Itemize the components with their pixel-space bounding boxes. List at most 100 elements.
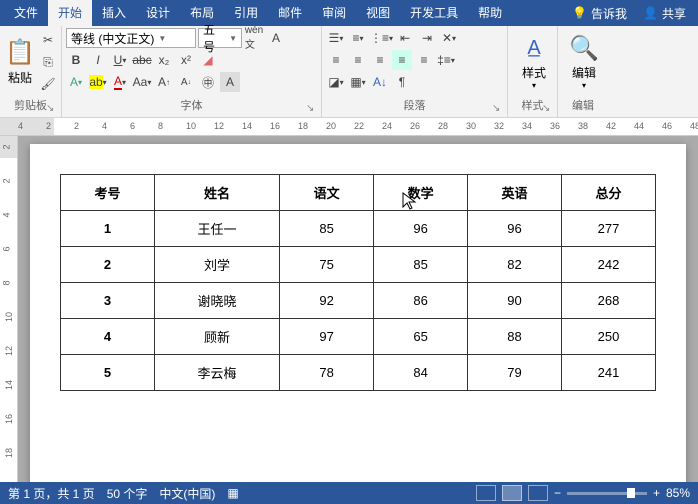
show-marks-button[interactable]: ¶ <box>392 72 412 92</box>
table-cell[interactable]: 96 <box>468 211 562 247</box>
table-cell[interactable]: 65 <box>374 319 468 355</box>
table-cell[interactable]: 250 <box>562 319 656 355</box>
vertical-ruler[interactable]: 224681012141618 <box>0 136 18 482</box>
table-header-cell[interactable]: 姓名 <box>154 175 279 211</box>
distributed-button[interactable]: ≡ <box>414 50 434 70</box>
document-area[interactable]: 考号姓名语文数学英语总分 1王任一8596962772刘学7585822423谢… <box>18 136 698 482</box>
copy-button[interactable]: ⎘ <box>38 52 58 72</box>
multilevel-button[interactable]: ⋮≡▾ <box>370 28 393 48</box>
zoom-in-button[interactable]: + <box>653 486 660 500</box>
strikethrough-button[interactable]: abc <box>132 50 152 70</box>
table-cell[interactable]: 86 <box>374 283 468 319</box>
table-cell[interactable]: 79 <box>468 355 562 391</box>
enclose-char-button[interactable]: ㊥ <box>198 72 218 92</box>
line-spacing-button[interactable]: ‡≡▾ <box>436 50 456 70</box>
print-layout-button[interactable] <box>502 485 522 501</box>
superscript-button[interactable]: x² <box>176 50 196 70</box>
table-cell[interactable]: 84 <box>374 355 468 391</box>
table-cell[interactable]: 1 <box>61 211 155 247</box>
tab-insert[interactable]: 插入 <box>92 0 136 26</box>
format-painter-button[interactable]: 🖌 <box>38 74 58 94</box>
increase-indent-button[interactable]: ⇥ <box>417 28 437 48</box>
table-header-cell[interactable]: 总分 <box>562 175 656 211</box>
clear-format-button[interactable]: ◢ <box>198 50 218 70</box>
tab-developer[interactable]: 开发工具 <box>400 0 468 26</box>
table-cell[interactable]: 李云梅 <box>154 355 279 391</box>
table-cell[interactable]: 刘学 <box>154 247 279 283</box>
table-cell[interactable]: 85 <box>374 247 468 283</box>
justify-button[interactable]: ≡ <box>392 50 412 70</box>
text-effects-button[interactable]: A▾ <box>66 72 86 92</box>
font-name-combo[interactable]: 等线 (中文正文)▼ <box>66 28 196 48</box>
paste-button[interactable]: 📋 粘贴 <box>4 28 36 94</box>
sort-button[interactable]: A↓ <box>370 72 390 92</box>
asian-layout-button[interactable]: ✕▾ <box>439 28 459 48</box>
shrink-font-button[interactable]: A↓ <box>176 72 196 92</box>
char-border-button[interactable]: A <box>266 28 286 48</box>
zoom-level[interactable]: 85% <box>666 486 690 500</box>
language-indicator[interactable]: 中文(中国) <box>159 485 215 502</box>
italic-button[interactable]: I <box>88 50 108 70</box>
table-cell[interactable]: 277 <box>562 211 656 247</box>
decrease-indent-button[interactable]: ⇤ <box>395 28 415 48</box>
tab-design[interactable]: 设计 <box>136 0 180 26</box>
table-cell[interactable]: 78 <box>280 355 374 391</box>
data-table[interactable]: 考号姓名语文数学英语总分 1王任一8596962772刘学7585822423谢… <box>60 174 656 391</box>
share-button[interactable]: 👤共享 <box>635 5 694 22</box>
table-cell[interactable]: 92 <box>280 283 374 319</box>
bold-button[interactable]: B <box>66 50 86 70</box>
clipboard-dialog-launcher[interactable]: ↘ <box>46 103 58 115</box>
styles-dialog-launcher[interactable]: ↘ <box>542 103 554 115</box>
grow-font-button[interactable]: A↑ <box>154 72 174 92</box>
table-cell[interactable]: 2 <box>61 247 155 283</box>
tab-mailings[interactable]: 邮件 <box>268 0 312 26</box>
table-cell[interactable]: 85 <box>280 211 374 247</box>
table-cell[interactable]: 268 <box>562 283 656 319</box>
table-cell[interactable]: 90 <box>468 283 562 319</box>
horizontal-ruler[interactable]: 4224681012141618202224262830323436384244… <box>0 118 698 136</box>
tab-view[interactable]: 视图 <box>356 0 400 26</box>
table-cell[interactable]: 242 <box>562 247 656 283</box>
align-left-button[interactable]: ≡ <box>326 50 346 70</box>
font-dialog-launcher[interactable]: ↘ <box>306 103 318 115</box>
read-mode-button[interactable] <box>476 485 496 501</box>
align-right-button[interactable]: ≡ <box>370 50 390 70</box>
table-header-cell[interactable]: 语文 <box>280 175 374 211</box>
tab-file[interactable]: 文件 <box>4 0 48 26</box>
table-cell[interactable]: 88 <box>468 319 562 355</box>
table-cell[interactable]: 241 <box>562 355 656 391</box>
table-cell[interactable]: 4 <box>61 319 155 355</box>
phonetic-guide-button[interactable]: wén文 <box>244 28 264 48</box>
page-indicator[interactable]: 第 1 页，共 1 页 <box>8 485 95 502</box>
table-cell[interactable]: 3 <box>61 283 155 319</box>
change-case-button[interactable]: Aa▾ <box>132 72 152 92</box>
font-color-button[interactable]: A▾ <box>110 72 130 92</box>
table-cell[interactable]: 5 <box>61 355 155 391</box>
tell-me[interactable]: 💡告诉我 <box>564 5 635 22</box>
zoom-slider[interactable] <box>567 492 647 495</box>
numbering-button[interactable]: ≡▾ <box>348 28 368 48</box>
tab-help[interactable]: 帮助 <box>468 0 512 26</box>
highlight-button[interactable]: ab▾ <box>88 72 108 92</box>
subscript-button[interactable]: x₂ <box>154 50 174 70</box>
underline-button[interactable]: U▾ <box>110 50 130 70</box>
table-header-cell[interactable]: 考号 <box>61 175 155 211</box>
web-layout-button[interactable] <box>528 485 548 501</box>
table-cell[interactable]: 75 <box>280 247 374 283</box>
bullets-button[interactable]: ☰▾ <box>326 28 346 48</box>
table-cell[interactable]: 谢晓晓 <box>154 283 279 319</box>
table-cell[interactable]: 96 <box>374 211 468 247</box>
table-cell[interactable]: 97 <box>280 319 374 355</box>
shading-button[interactable]: ◪▾ <box>326 72 346 92</box>
styles-button[interactable]: A̲ 样式▾ <box>512 28 556 94</box>
zoom-out-button[interactable]: − <box>554 486 561 500</box>
editing-button[interactable]: 🔍 编辑▾ <box>562 28 606 94</box>
font-size-combo[interactable]: 五号▼ <box>198 28 242 48</box>
word-count[interactable]: 50 个字 <box>107 485 148 502</box>
table-cell[interactable]: 82 <box>468 247 562 283</box>
table-header-cell[interactable]: 数学 <box>374 175 468 211</box>
cut-button[interactable]: ✂ <box>38 30 58 50</box>
record-macro-button[interactable]: ▦ <box>227 486 238 500</box>
tab-references[interactable]: 引用 <box>224 0 268 26</box>
align-center-button[interactable]: ≡ <box>348 50 368 70</box>
